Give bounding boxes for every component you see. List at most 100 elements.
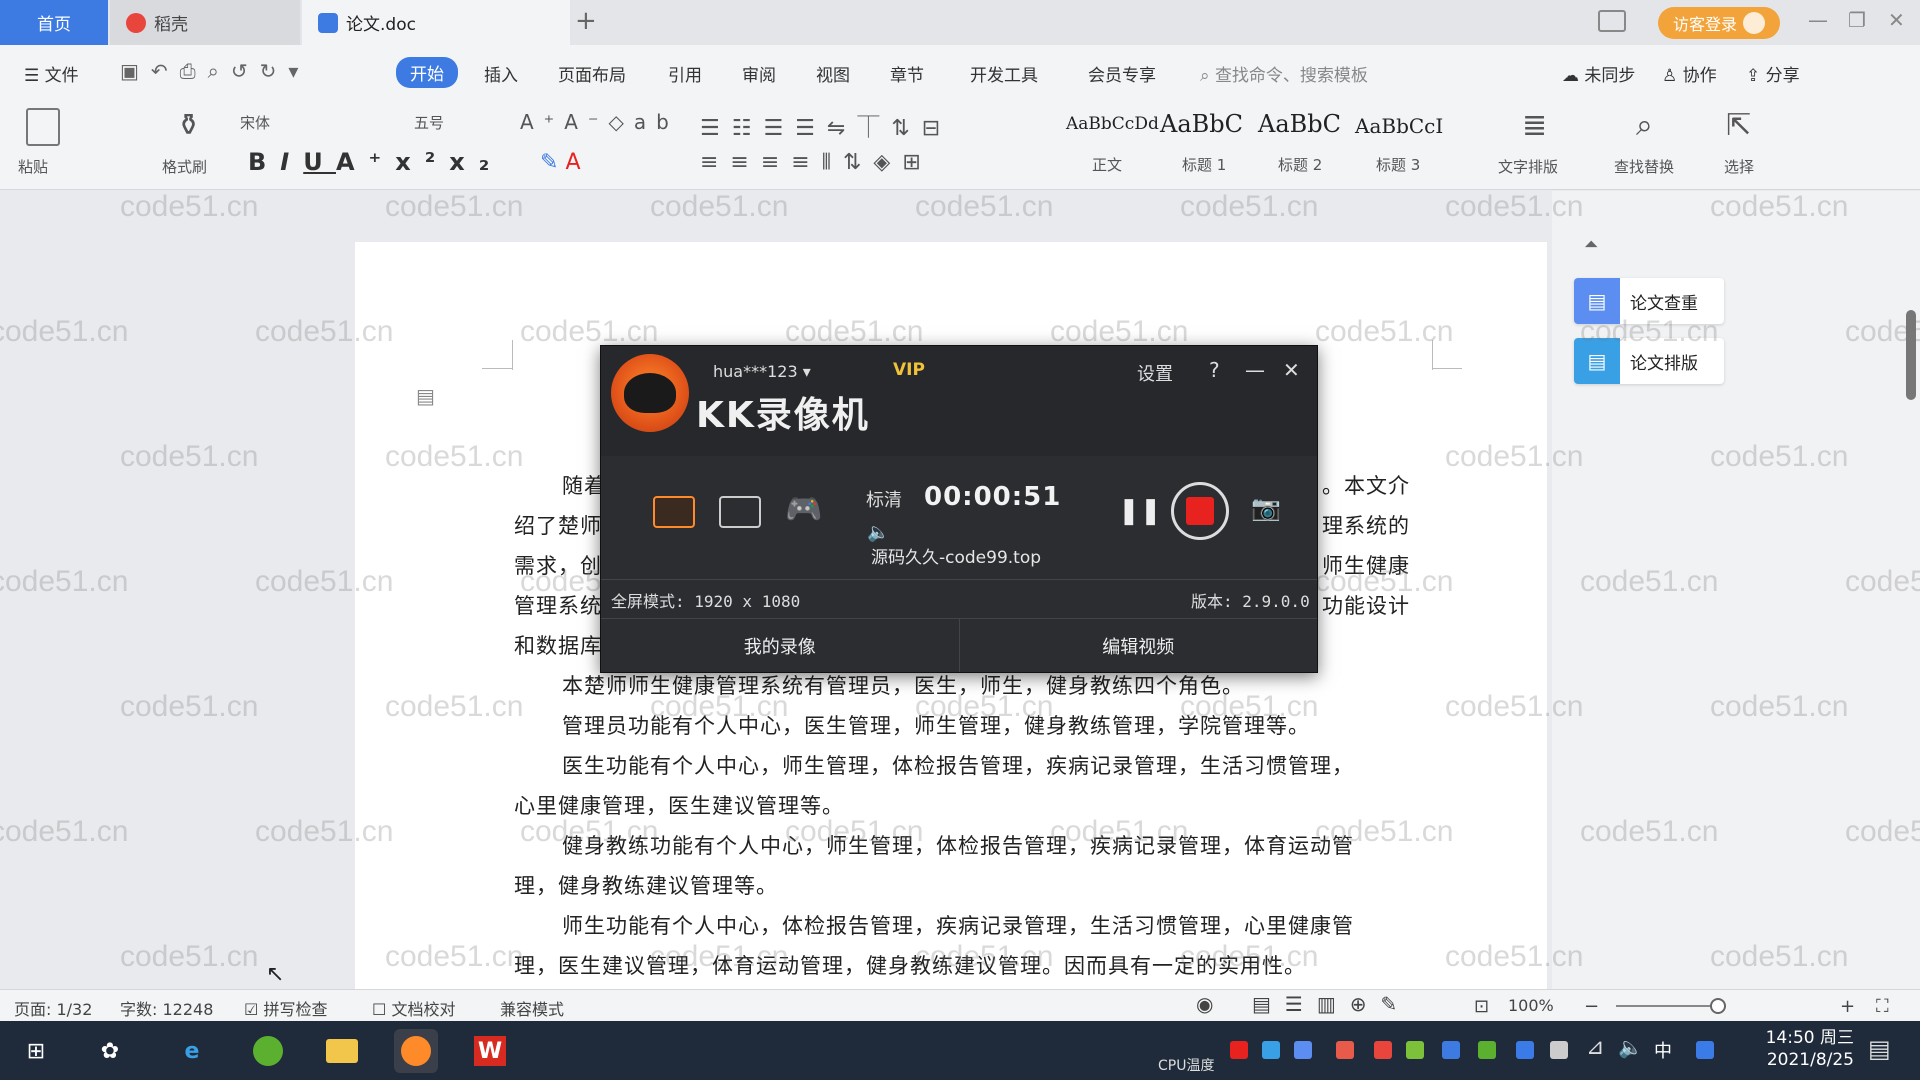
style-heading1-sample[interactable]: AaBbC: [1160, 110, 1243, 138]
highlight-icon[interactable]: ✎ A: [540, 150, 581, 175]
tab-document[interactable]: 论文.doc: [302, 0, 570, 45]
format-painter-label[interactable]: 格式刷: [162, 156, 207, 177]
tray-app-icon[interactable]: [1262, 1041, 1280, 1059]
bluetooth-icon[interactable]: [1516, 1041, 1534, 1059]
page-indicator[interactable]: 页面: 1/32: [14, 996, 92, 1020]
ie-browser-icon[interactable]: e: [170, 1029, 214, 1073]
menu-developer[interactable]: 开发工具: [970, 61, 1038, 86]
style-heading3-sample[interactable]: AaBbCcI: [1355, 114, 1443, 138]
volume-icon[interactable]: 🔈: [1618, 1035, 1643, 1059]
find-replace-icon[interactable]: ⌕: [1636, 108, 1653, 143]
minimize-icon[interactable]: —: [1808, 8, 1828, 32]
vertical-scrollbar[interactable]: [1906, 310, 1916, 400]
display-icon[interactable]: [1550, 1041, 1568, 1059]
wps-writer-icon[interactable]: W: [468, 1029, 512, 1073]
fullscreen-mode-icon[interactable]: [653, 496, 695, 528]
new-tab-button[interactable]: +: [575, 6, 597, 36]
input-method-icon[interactable]: [1696, 1041, 1714, 1059]
paste-label[interactable]: 粘贴: [18, 156, 48, 177]
taskbar-clock[interactable]: 14:50 周三 2021/8/25: [1766, 1027, 1854, 1071]
thesis-check-button[interactable]: ▤ 论文查重: [1574, 278, 1724, 324]
menu-chapter[interactable]: 章节: [890, 61, 924, 86]
paragraph-align-icons[interactable]: ≡≡≡≡⫴⇅◈⊞: [700, 150, 933, 175]
kk-close-icon[interactable]: ✕: [1283, 358, 1300, 382]
share-button[interactable]: ⇪ 分享: [1746, 61, 1800, 86]
tab-home[interactable]: 首页: [0, 0, 108, 45]
tray-app-icon[interactable]: [1230, 1041, 1248, 1059]
kk-quality-select[interactable]: 标清: [866, 486, 902, 512]
style-heading3-caption[interactable]: 标题 3: [1376, 154, 1420, 175]
collab-button[interactable]: ♙ 协作: [1662, 61, 1717, 86]
paragraph-list-icons[interactable]: ☰☷☰☰⇋⏉⇅⊟: [700, 110, 952, 142]
tray-app-icon[interactable]: [1336, 1041, 1354, 1059]
sync-status[interactable]: ☁ 未同步: [1562, 61, 1635, 86]
app-pinwheel-icon[interactable]: ✿: [88, 1029, 132, 1073]
menu-insert[interactable]: 插入: [484, 61, 518, 86]
style-heading2-caption[interactable]: 标题 2: [1278, 154, 1322, 175]
windows-start-icon[interactable]: ⊞: [14, 1029, 58, 1073]
zoom-slider-handle[interactable]: [1710, 998, 1726, 1014]
thesis-layout-button[interactable]: ▤ 论文排版: [1574, 338, 1724, 384]
guest-login-button[interactable]: 访客登录: [1658, 7, 1780, 39]
kk-settings-button[interactable]: 设置: [1137, 360, 1173, 386]
font-family-select[interactable]: 宋体: [240, 112, 270, 133]
menu-view[interactable]: 视图: [816, 61, 850, 86]
tray-app-icon[interactable]: [1406, 1041, 1424, 1059]
select-label[interactable]: 选择: [1724, 156, 1754, 177]
kk-screenshot-camera-icon[interactable]: 📷: [1251, 494, 1281, 522]
tray-app-icon[interactable]: [1374, 1041, 1392, 1059]
close-icon[interactable]: ✕: [1888, 8, 1905, 32]
file-menu[interactable]: ☰ 文件: [24, 61, 79, 86]
file-explorer-icon[interactable]: [320, 1029, 364, 1073]
style-normal-sample[interactable]: AaBbCcDd: [1066, 114, 1159, 134]
format-painter-icon[interactable]: ⚱: [176, 108, 201, 143]
word-count[interactable]: 字数: 12248: [120, 996, 213, 1020]
kk-speaker-icon[interactable]: 🔈: [867, 522, 889, 543]
command-search[interactable]: ⌕ 查找命令、搜索模板: [1200, 61, 1368, 86]
layout-toggle-icon[interactable]: [1598, 10, 1626, 32]
quick-access-icons[interactable]: ▣↶⎙⌕↺↻▾: [120, 59, 310, 83]
menu-member[interactable]: 会员专享: [1088, 61, 1156, 86]
collapse-panel-icon[interactable]: ⏶: [1584, 234, 1598, 255]
style-normal-caption[interactable]: 正文: [1092, 154, 1122, 175]
select-cursor-icon[interactable]: ⇱: [1726, 108, 1751, 143]
fit-page-icon[interactable]: ⊡: [1474, 996, 1489, 1017]
doc-proof-toggle[interactable]: ☐ 文档校对: [372, 996, 455, 1020]
text-format-icons[interactable]: BIUA⁺x²x₂: [248, 148, 503, 176]
kk-vip-badge[interactable]: VIP: [893, 360, 925, 380]
style-heading1-caption[interactable]: 标题 1: [1182, 154, 1226, 175]
kk-minimize-icon[interactable]: —: [1245, 358, 1265, 382]
menu-review[interactable]: 审阅: [742, 61, 776, 86]
restore-icon[interactable]: ❐: [1848, 8, 1866, 32]
zoom-level[interactable]: 100%: [1508, 996, 1554, 1015]
view-mode-icons[interactable]: ▤☰▥⊕✎: [1252, 992, 1411, 1016]
network-icon[interactable]: ⊿: [1586, 1035, 1604, 1060]
kk-help-button[interactable]: ?: [1209, 358, 1220, 382]
zoom-in-icon[interactable]: +: [1840, 996, 1855, 1017]
tab-daoke[interactable]: 稻壳: [110, 0, 300, 45]
browser-green-icon[interactable]: [246, 1029, 290, 1073]
menu-start[interactable]: 开始: [396, 57, 458, 88]
fullscreen-icon[interactable]: ⛶: [1876, 996, 1889, 1017]
text-layout-icon[interactable]: ≣: [1522, 108, 1547, 143]
tray-app-icon[interactable]: [1442, 1041, 1460, 1059]
zoom-out-icon[interactable]: −: [1584, 996, 1599, 1017]
kk-recorder-taskbar-icon[interactable]: [394, 1029, 438, 1073]
spell-check-toggle[interactable]: ☑ 拼写检查: [244, 996, 327, 1020]
eye-protection-icon[interactable]: ◉: [1196, 992, 1213, 1016]
region-mode-icon[interactable]: [719, 496, 761, 528]
font-size-select[interactable]: 五号: [414, 112, 444, 133]
text-layout-label[interactable]: 文字排版: [1498, 156, 1558, 177]
menu-references[interactable]: 引用: [668, 61, 702, 86]
kk-pause-button[interactable]: ❚❚: [1118, 496, 1162, 526]
game-mode-icon[interactable]: 🎮: [785, 492, 822, 527]
notification-icon[interactable]: ▤: [1868, 1035, 1891, 1063]
kk-stop-record-button[interactable]: [1171, 482, 1229, 540]
font-size-adjust-icons[interactable]: A⁺A⁻◇ab: [520, 110, 679, 134]
style-heading2-sample[interactable]: AaBbC: [1258, 110, 1341, 138]
kk-edit-video-button[interactable]: 编辑视频: [958, 619, 1318, 672]
ime-indicator[interactable]: 中: [1654, 1037, 1672, 1063]
tray-app-icon[interactable]: [1478, 1041, 1496, 1059]
document-note-icon[interactable]: ▤: [416, 384, 435, 408]
menu-page-layout[interactable]: 页面布局: [558, 61, 626, 86]
